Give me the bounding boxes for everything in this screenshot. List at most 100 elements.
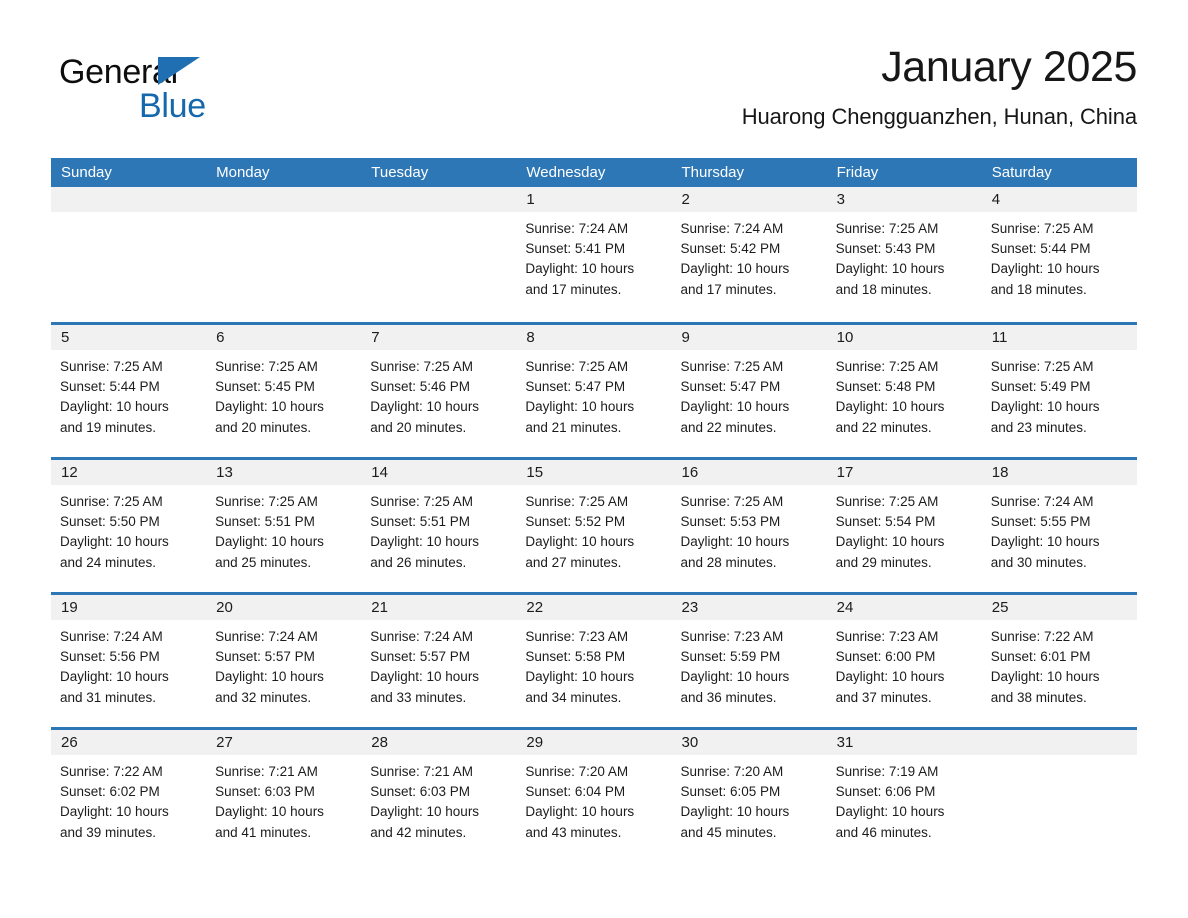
- daylight-text-line2: and 31 minutes.: [60, 689, 157, 705]
- daylight-text-line1: Daylight: 10 hours: [680, 804, 790, 820]
- daylight-text-line2: and 39 minutes.: [60, 824, 157, 840]
- day-cell[interactable]: 21 Sunrise: 7:24 AM Sunset: 5:57 PM Dayligh…: [361, 595, 517, 723]
- daylight-text-line2: and 37 minutes.: [835, 689, 932, 705]
- day-number: 15: [516, 460, 672, 485]
- daylight-text-line1: Daylight: 10 hours: [990, 399, 1100, 415]
- day-details: Sunrise: 7:20 AM Sunset: 6:05 PM Daylight:…: [672, 755, 827, 843]
- daylight-text-line2: and 43 minutes.: [525, 824, 622, 840]
- calendar-page: General Blue January 2025 Huarong Chengg…: [0, 0, 1188, 918]
- day-cell-empty: [981, 730, 1137, 858]
- daylight-text-line2: and 29 minutes.: [835, 554, 932, 570]
- sunset-text: Sunset: 6:04 PM: [525, 784, 626, 800]
- day-cell[interactable]: 7 Sunrise: 7:25 AM Sunset: 5:46 PM Daylight…: [361, 325, 517, 453]
- sunrise-text: Sunrise: 7:25 AM: [835, 221, 939, 236]
- day-cell[interactable]: 16 Sunrise: 7:25 AM Sunset: 5:53 PM Dayligh…: [671, 460, 827, 588]
- daylight-text-line2: and 30 minutes.: [990, 554, 1087, 570]
- sunset-text: Sunset: 5:56 PM: [60, 649, 160, 665]
- sunrise-text: Sunrise: 7:25 AM: [680, 494, 784, 509]
- day-cell[interactable]: 1 Sunrise: 7:24 AM Sunset: 5:41 PM Daylight…: [516, 187, 672, 318]
- day-number: 9: [671, 325, 827, 350]
- sunrise-text: Sunrise: 7:24 AM: [370, 629, 474, 644]
- day-number: [981, 730, 1137, 755]
- day-cell[interactable]: 19 Sunrise: 7:24 AM Sunset: 5:56 PM Dayligh…: [51, 595, 207, 723]
- day-cell[interactable]: 11 Sunrise: 7:25 AM Sunset: 5:49 PM Dayligh…: [981, 325, 1137, 453]
- day-number: 3: [826, 187, 982, 212]
- sunrise-text: Sunrise: 7:25 AM: [680, 359, 784, 374]
- sunset-text: Sunset: 6:01 PM: [990, 649, 1091, 665]
- day-cell[interactable]: 15 Sunrise: 7:25 AM Sunset: 5:52 PM Dayligh…: [516, 460, 672, 588]
- day-cell[interactable]: 5 Sunrise: 7:25 AM Sunset: 5:44 PM Daylight…: [51, 325, 207, 453]
- day-cell[interactable]: 22 Sunrise: 7:23 AM Sunset: 5:58 PM Dayligh…: [516, 595, 672, 723]
- day-cell[interactable]: 25 Sunrise: 7:22 AM Sunset: 6:01 PM Dayligh…: [981, 595, 1137, 723]
- day-number: 27: [206, 730, 362, 755]
- day-cell[interactable]: 3 Sunrise: 7:25 AM Sunset: 5:43 PM Daylight…: [826, 187, 982, 318]
- day-cell[interactable]: 23 Sunrise: 7:23 AM Sunset: 5:59 PM Dayligh…: [671, 595, 827, 723]
- sunset-text: Sunset: 6:03 PM: [370, 784, 471, 800]
- sunset-text: Sunset: 5:47 PM: [680, 379, 781, 395]
- day-cell[interactable]: 30 Sunrise: 7:20 AM Sunset: 6:05 PM Dayligh…: [671, 730, 827, 858]
- day-cell[interactable]: 14 Sunrise: 7:25 AM Sunset: 5:51 PM Dayligh…: [361, 460, 517, 588]
- day-cell[interactable]: 18 Sunrise: 7:24 AM Sunset: 5:55 PM Dayligh…: [981, 460, 1137, 588]
- daylight-text-line2: and 17 minutes.: [525, 281, 622, 297]
- day-number: 28: [361, 730, 517, 755]
- day-details: Sunrise: 7:22 AM Sunset: 6:01 PM Daylight:…: [982, 620, 1137, 708]
- day-cell[interactable]: 17 Sunrise: 7:25 AM Sunset: 5:54 PM Dayligh…: [826, 460, 982, 588]
- sunrise-text: Sunrise: 7:23 AM: [835, 629, 939, 644]
- day-cell[interactable]: 24 Sunrise: 7:23 AM Sunset: 6:00 PM Dayligh…: [826, 595, 982, 723]
- day-number: 1: [516, 187, 672, 212]
- day-cell[interactable]: 29 Sunrise: 7:20 AM Sunset: 6:04 PM Dayligh…: [516, 730, 672, 858]
- sunset-text: Sunset: 5:55 PM: [990, 514, 1091, 530]
- sunrise-text: Sunrise: 7:25 AM: [990, 359, 1094, 374]
- daylight-text-line2: and 19 minutes.: [60, 419, 157, 435]
- day-cell[interactable]: 8 Sunrise: 7:25 AM Sunset: 5:47 PM Daylight…: [516, 325, 672, 453]
- sunset-text: Sunset: 6:05 PM: [680, 784, 781, 800]
- day-cell[interactable]: 26 Sunrise: 7:22 AM Sunset: 6:02 PM Dayligh…: [51, 730, 207, 858]
- day-cell[interactable]: 12 Sunrise: 7:25 AM Sunset: 5:50 PM Dayligh…: [51, 460, 207, 588]
- day-details: Sunrise: 7:25 AM Sunset: 5:44 PM Daylight:…: [51, 350, 206, 438]
- calendar-week-row: 26 Sunrise: 7:22 AM Sunset: 6:02 PM Dayligh…: [51, 727, 1137, 858]
- daylight-text-line1: Daylight: 10 hours: [835, 399, 945, 415]
- day-cell[interactable]: 20 Sunrise: 7:24 AM Sunset: 5:57 PM Dayligh…: [206, 595, 362, 723]
- sunrise-text: Sunrise: 7:24 AM: [525, 221, 629, 236]
- daylight-text-line2: and 26 minutes.: [370, 554, 467, 570]
- day-details: Sunrise: 7:23 AM Sunset: 5:58 PM Daylight:…: [516, 620, 671, 708]
- daylight-text-line2: and 32 minutes.: [215, 689, 312, 705]
- sunset-text: Sunset: 5:49 PM: [990, 379, 1091, 395]
- day-cell[interactable]: 6 Sunrise: 7:25 AM Sunset: 5:45 PM Daylight…: [206, 325, 362, 453]
- day-cell[interactable]: 9 Sunrise: 7:25 AM Sunset: 5:47 PM Daylight…: [671, 325, 827, 453]
- day-details: Sunrise: 7:21 AM Sunset: 6:03 PM Daylight:…: [361, 755, 516, 843]
- day-cell[interactable]: 2 Sunrise: 7:24 AM Sunset: 5:42 PM Daylight…: [671, 187, 827, 318]
- day-cell[interactable]: 28 Sunrise: 7:21 AM Sunset: 6:03 PM Dayligh…: [361, 730, 517, 858]
- sunset-text: Sunset: 5:46 PM: [370, 379, 471, 395]
- day-cell[interactable]: 10 Sunrise: 7:25 AM Sunset: 5:48 PM Dayligh…: [826, 325, 982, 453]
- day-details: Sunrise: 7:25 AM Sunset: 5:48 PM Daylight:…: [827, 350, 982, 438]
- sunset-text: Sunset: 5:45 PM: [215, 379, 315, 395]
- daylight-text-line2: and 22 minutes.: [835, 419, 932, 435]
- sunset-text: Sunset: 5:50 PM: [60, 514, 160, 530]
- daylight-text-line2: and 25 minutes.: [215, 554, 312, 570]
- day-cell[interactable]: 13 Sunrise: 7:25 AM Sunset: 5:51 PM Dayligh…: [206, 460, 362, 588]
- daylight-text-line2: and 18 minutes.: [990, 281, 1087, 297]
- sunrise-text: Sunrise: 7:20 AM: [525, 764, 629, 779]
- day-number: 24: [826, 595, 982, 620]
- daylight-text-line2: and 21 minutes.: [525, 419, 622, 435]
- day-cell[interactable]: 31 Sunrise: 7:19 AM Sunset: 6:06 PM Dayligh…: [826, 730, 982, 858]
- sunset-text: Sunset: 5:57 PM: [370, 649, 471, 665]
- triangle-icon: [158, 57, 200, 85]
- daylight-text-line2: and 34 minutes.: [525, 689, 622, 705]
- weekday-header-sunday: Sunday: [61, 164, 112, 181]
- sunrise-text: Sunrise: 7:25 AM: [835, 359, 939, 374]
- page-title: January 2025: [881, 43, 1137, 91]
- sunrise-text: Sunrise: 7:25 AM: [835, 494, 939, 509]
- sunrise-text: Sunrise: 7:25 AM: [370, 359, 474, 374]
- sunrise-text: Sunrise: 7:25 AM: [525, 359, 629, 374]
- general-blue-logo[interactable]: General Blue: [59, 53, 319, 133]
- day-cell[interactable]: 4 Sunrise: 7:25 AM Sunset: 5:44 PM Daylight…: [981, 187, 1137, 318]
- day-cell[interactable]: 27 Sunrise: 7:21 AM Sunset: 6:03 PM Dayligh…: [206, 730, 362, 858]
- day-details: Sunrise: 7:25 AM Sunset: 5:43 PM Daylight:…: [827, 212, 982, 300]
- weekday-header-row: Sunday Monday Tuesday Wednesday Thursday Frid…: [51, 158, 1137, 187]
- sunrise-text: Sunrise: 7:25 AM: [990, 221, 1094, 236]
- weekday-header-friday: Friday: [836, 164, 879, 181]
- page-subtitle: Huarong Chengguanzhen, Hunan, China: [741, 104, 1137, 129]
- day-details: Sunrise: 7:25 AM Sunset: 5:54 PM Daylight:…: [827, 485, 982, 573]
